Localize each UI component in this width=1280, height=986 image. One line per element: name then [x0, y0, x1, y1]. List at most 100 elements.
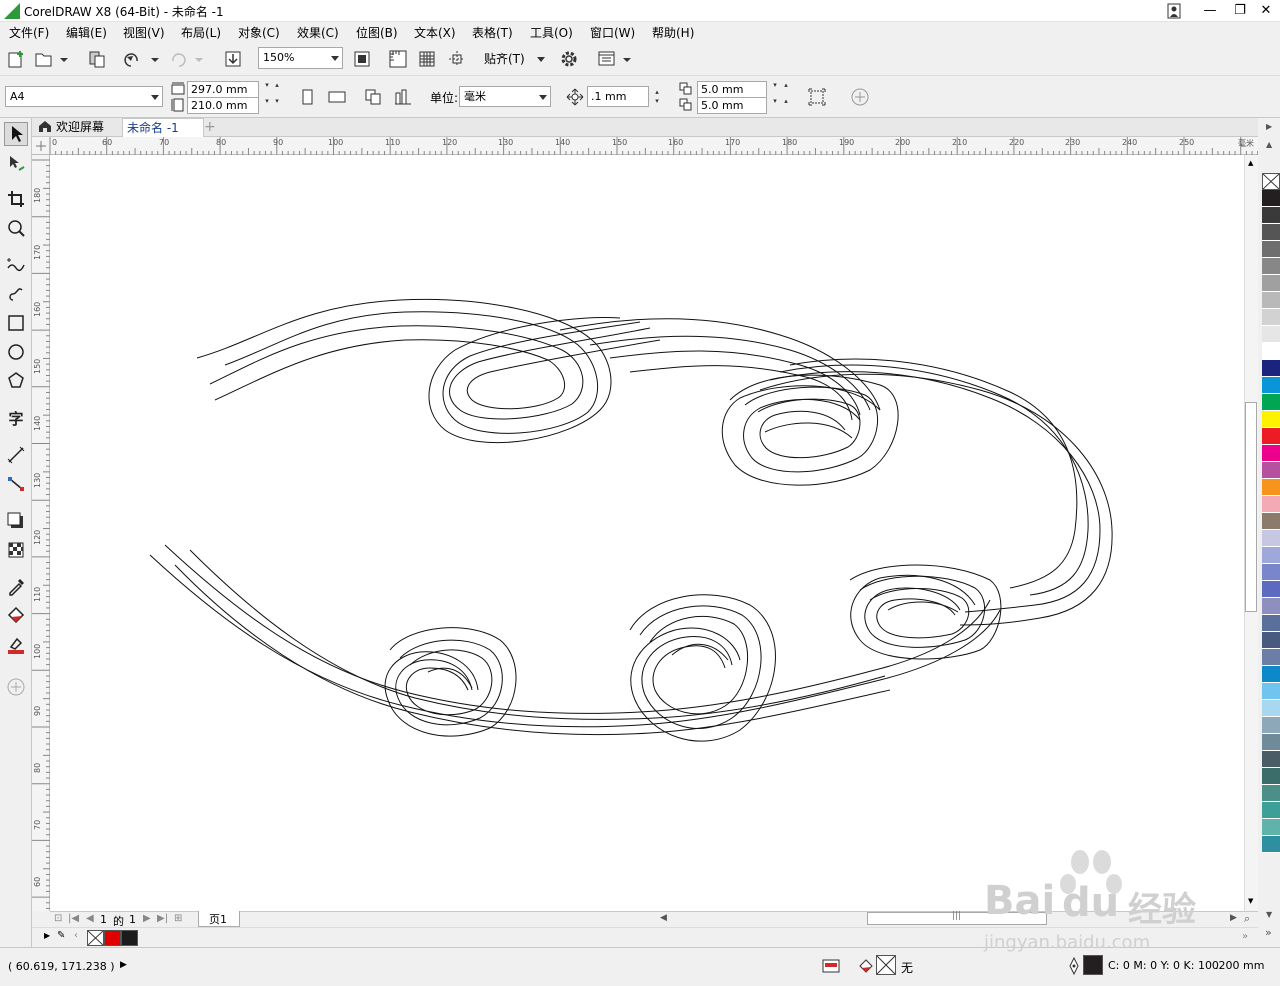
- scroll-down-icon[interactable]: ▼: [1248, 897, 1253, 905]
- open-document-icon[interactable]: [33, 48, 71, 70]
- scroll-right-icon[interactable]: ▶: [1230, 913, 1237, 923]
- landscape-icon[interactable]: [326, 86, 348, 108]
- page-next-icon[interactable]: ▶: [143, 913, 151, 924]
- palette-swatch[interactable]: [1262, 343, 1280, 360]
- palette-swatch[interactable]: [1262, 768, 1280, 785]
- user-account-icon[interactable]: [1164, 2, 1184, 20]
- import-icon[interactable]: [222, 48, 244, 70]
- options-gear-icon[interactable]: [558, 48, 580, 70]
- all-pages-icon[interactable]: [362, 86, 384, 108]
- menu-effects[interactable]: 效果(C): [297, 24, 339, 41]
- pick-tool-icon[interactable]: [4, 122, 28, 146]
- quick-customize-icon[interactable]: [849, 86, 871, 108]
- palette-swatch[interactable]: [1262, 496, 1280, 513]
- palette-swatch[interactable]: [1262, 479, 1280, 496]
- treat-as-filled-icon[interactable]: [806, 86, 828, 108]
- color-proof-icon[interactable]: [822, 957, 840, 978]
- palette-swatch[interactable]: [1262, 666, 1280, 683]
- width-spinner[interactable]: ▾: [262, 81, 272, 89]
- palette-scroll-down-icon[interactable]: ▼: [1266, 910, 1272, 919]
- doc-swatch-none[interactable]: [87, 930, 104, 946]
- width-spinner-up[interactable]: ▴: [272, 81, 282, 89]
- height-spinner-down[interactable]: ▾: [272, 97, 282, 105]
- show-guidelines-icon[interactable]: [446, 48, 468, 70]
- paste-icon[interactable]: [86, 48, 108, 70]
- doc-palette-menu-icon[interactable]: ‹: [74, 930, 78, 941]
- shape-tool-icon[interactable]: [4, 152, 28, 176]
- palette-swatch-none[interactable]: [1262, 173, 1280, 190]
- palette-swatch[interactable]: [1262, 207, 1280, 224]
- add-tool-icon[interactable]: [4, 676, 28, 700]
- dup-y-spinner[interactable]: ▾: [770, 97, 780, 105]
- page-height-field[interactable]: 210.0 mm: [187, 97, 259, 114]
- palette-swatch[interactable]: [1262, 564, 1280, 581]
- palette-swatch[interactable]: [1262, 190, 1280, 207]
- palette-scroll-up-icon[interactable]: ▶: [1266, 122, 1272, 131]
- tab-welcome-screen[interactable]: 欢迎屏幕: [34, 118, 108, 137]
- doc-swatch-black[interactable]: [121, 930, 138, 946]
- palette-swatch[interactable]: [1262, 547, 1280, 564]
- page-first-arrow-icon[interactable]: |◀: [68, 913, 79, 924]
- show-rulers-icon[interactable]: [387, 48, 409, 70]
- scroll-up-icon[interactable]: ▲: [1248, 159, 1253, 167]
- full-screen-preview-icon[interactable]: [351, 48, 373, 70]
- palette-swatch[interactable]: [1262, 513, 1280, 530]
- scroll-left-icon[interactable]: ◀: [660, 913, 667, 923]
- ruler-corner[interactable]: [32, 137, 50, 155]
- palette-scroll-up-icon[interactable]: ▲: [1266, 140, 1272, 149]
- nudge-distance-field[interactable]: .1 mm: [587, 86, 649, 107]
- text-tool-icon[interactable]: 字: [4, 407, 28, 431]
- connector-tool-icon[interactable]: [4, 473, 28, 497]
- menu-text[interactable]: 文本(X): [414, 24, 456, 41]
- palette-swatch[interactable]: [1262, 836, 1280, 853]
- palette-swatch[interactable]: [1262, 309, 1280, 326]
- horizontal-scroll-thumb[interactable]: |||: [867, 911, 1047, 925]
- palette-swatch[interactable]: [1262, 360, 1280, 377]
- drawing-canvas[interactable]: [50, 155, 1244, 911]
- palette-swatch[interactable]: [1262, 649, 1280, 666]
- tab-untitled-1[interactable]: 未命名 -1: [122, 118, 204, 137]
- page-first-icon[interactable]: ⊡: [54, 913, 62, 924]
- menu-tools[interactable]: 工具(O): [530, 24, 573, 41]
- new-tab-plus-icon[interactable]: +: [200, 118, 220, 137]
- drop-shadow-tool-icon[interactable]: [4, 510, 28, 534]
- palette-swatch[interactable]: [1262, 581, 1280, 598]
- nudge-down[interactable]: ▾: [652, 97, 662, 105]
- palette-swatch[interactable]: [1262, 615, 1280, 632]
- palette-swatch[interactable]: [1262, 785, 1280, 802]
- zoom-level-select[interactable]: 150%: [258, 47, 343, 69]
- ellipse-tool-icon[interactable]: [4, 341, 28, 365]
- close-button[interactable]: ✕: [1250, 0, 1280, 22]
- freehand-tool-icon[interactable]: [4, 253, 28, 277]
- dup-x-spinner[interactable]: ▾: [770, 81, 780, 89]
- palette-swatch[interactable]: [1262, 241, 1280, 258]
- smart-fill-tool-icon[interactable]: [4, 634, 28, 658]
- palette-swatch[interactable]: [1262, 802, 1280, 819]
- menu-bitmaps[interactable]: 位图(B): [356, 24, 398, 41]
- duplicate-y-field[interactable]: 5.0 mm: [697, 97, 767, 114]
- units-select[interactable]: 毫米: [459, 86, 551, 107]
- polygon-tool-icon[interactable]: [4, 370, 28, 394]
- fill-bucket-icon[interactable]: [857, 957, 875, 978]
- menu-edit[interactable]: 编辑(E): [66, 24, 107, 41]
- show-grid-icon[interactable]: [416, 48, 438, 70]
- palette-swatch[interactable]: [1262, 377, 1280, 394]
- horizontal-ruler[interactable]: 0 60 70 80 90 100 110 120 130 140 150 16…: [49, 137, 1259, 155]
- zoom-magnifier-icon[interactable]: ⌕: [1244, 912, 1250, 926]
- palette-expand-icon[interactable]: »: [1265, 926, 1272, 939]
- add-page-icon[interactable]: ⊞: [174, 913, 182, 924]
- undo-button[interactable]: [122, 48, 160, 70]
- dup-x-spinner-up[interactable]: ▴: [781, 81, 791, 89]
- menu-help[interactable]: 帮助(H): [652, 24, 694, 41]
- current-page-icon[interactable]: [392, 86, 414, 108]
- palette-swatch[interactable]: [1262, 445, 1280, 462]
- menu-file[interactable]: 文件(F): [9, 24, 49, 41]
- rectangle-tool-icon[interactable]: [4, 312, 28, 336]
- doc-palette-expand-icon[interactable]: »: [1242, 931, 1248, 942]
- menu-view[interactable]: 视图(V): [123, 24, 165, 41]
- minimize-button[interactable]: —: [1194, 0, 1226, 22]
- palette-swatch[interactable]: [1262, 428, 1280, 445]
- redo-button[interactable]: [166, 48, 204, 70]
- page-last-icon[interactable]: ▶|: [157, 913, 168, 924]
- fill-none-swatch[interactable]: [876, 955, 896, 975]
